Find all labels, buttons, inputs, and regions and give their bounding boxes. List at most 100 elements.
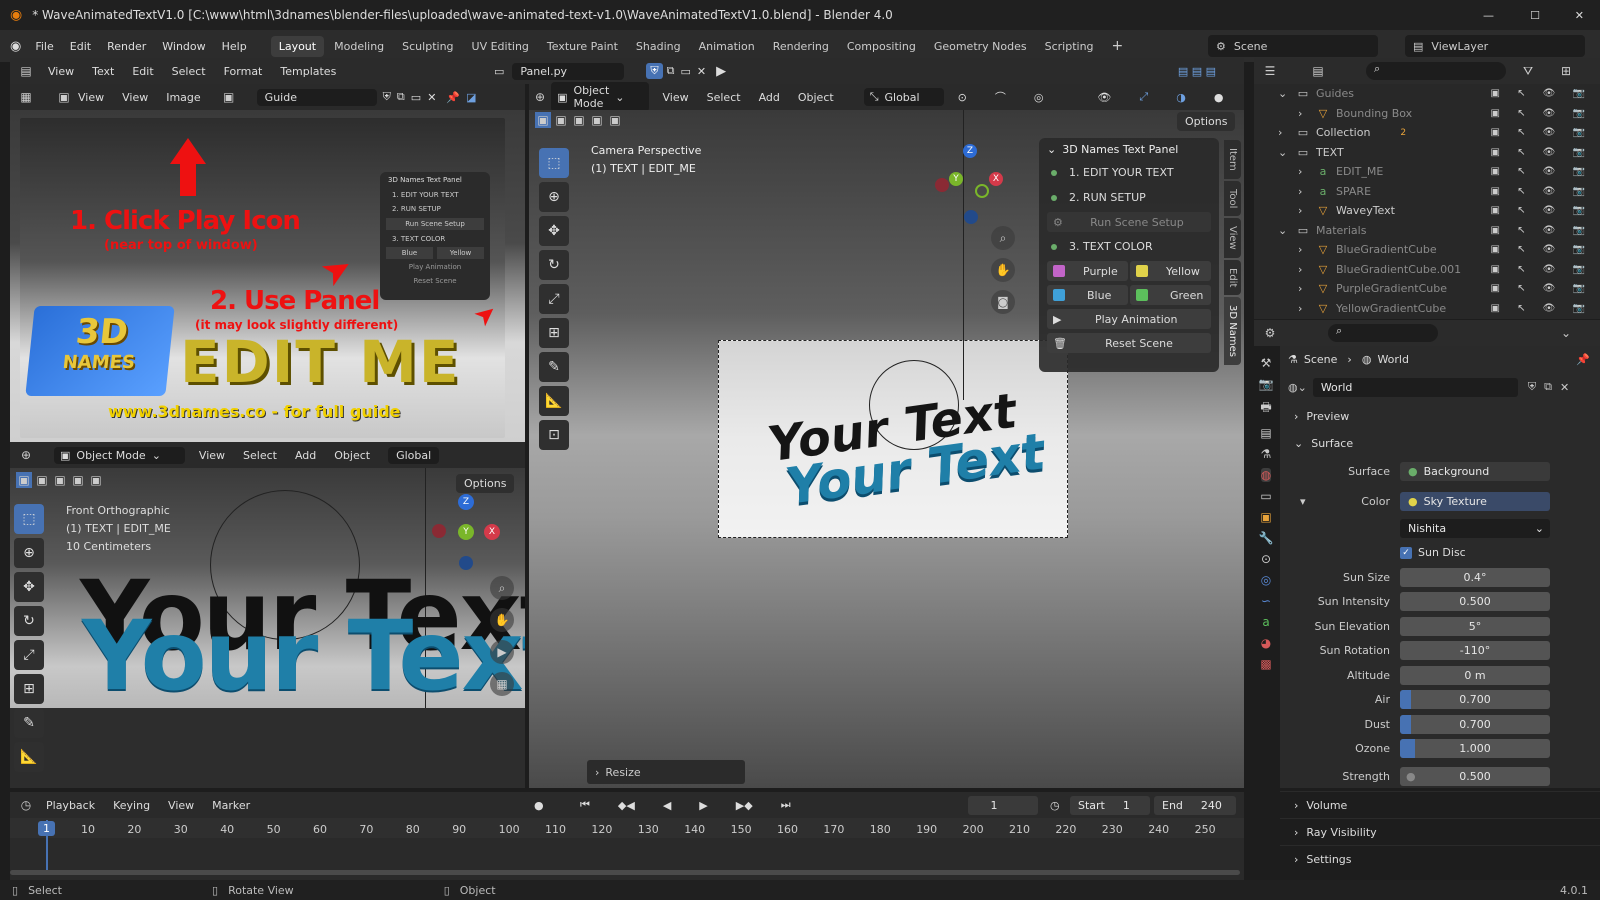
outliner-row[interactable]: › a SPARE ▣ ↖ 👁 📷 <box>1254 182 1600 202</box>
pivot-icon[interactable]: ⊙ <box>958 91 967 104</box>
image-folder-icon[interactable]: ▭ <box>411 91 421 104</box>
main-zoom-icon[interactable]: ⌕ <box>991 226 1015 250</box>
main-menu-view[interactable]: View <box>663 91 689 104</box>
blender-menu-icon[interactable]: ◉ <box>10 39 21 54</box>
front-grid-icon[interactable]: ▦ <box>490 672 514 696</box>
select-mode-new-icon[interactable]: ▣ <box>16 472 32 488</box>
color-expand-icon[interactable]: ▾ <box>1300 495 1306 508</box>
front-transform-tool-icon[interactable]: ⊞ <box>14 674 44 704</box>
properties-type-icon[interactable]: ⚙ <box>1260 323 1280 343</box>
tab-animation[interactable]: Animation <box>691 36 763 57</box>
tab-modeling[interactable]: Modeling <box>326 36 392 57</box>
tab-geometry-nodes[interactable]: Geometry Nodes <box>926 36 1035 57</box>
timeline-menu-playback[interactable]: Playback <box>46 799 95 812</box>
outliner-expand-icon[interactable]: › <box>1298 165 1310 178</box>
run-script-icon[interactable]: ▶ <box>716 64 726 79</box>
front-select-tool-icon[interactable]: ⬚ <box>14 504 44 534</box>
main-transform-tool-icon[interactable]: ⊞ <box>539 318 569 348</box>
visibility-toggles-icon[interactable]: ▣ ↖ 👁 📷 <box>1490 244 1592 255</box>
material-tab-icon[interactable]: ◕ <box>1261 636 1271 650</box>
close-window-button[interactable]: ✕ <box>1575 9 1584 22</box>
tool-tab-icon[interactable]: ⚒ <box>1261 356 1272 370</box>
surface-field[interactable]: ● Background <box>1400 461 1550 481</box>
main-gizmo-neg-x[interactable] <box>935 178 949 192</box>
main-gizmo-z[interactable]: Z <box>963 144 977 158</box>
front-menu-object[interactable]: Object <box>334 449 370 462</box>
proportional-icon[interactable]: ◎ <box>1034 91 1044 104</box>
front-gizmo-z[interactable]: Z <box>458 494 474 510</box>
text-menu-view[interactable]: View <box>48 65 74 78</box>
resize-operator-panel[interactable]: › Resize <box>587 760 745 784</box>
sky-field-slider[interactable]: 0.500 <box>1400 592 1550 612</box>
outliner-row[interactable]: › ▽ Bounding Box ▣ ↖ 👁 📷 <box>1254 104 1600 124</box>
tab-layout[interactable]: Layout <box>270 35 325 57</box>
properties-options-icon[interactable]: ⌄ <box>1556 323 1576 343</box>
sidebar-tab-3d-names[interactable]: 3D Names <box>1224 297 1241 366</box>
image-menu-image[interactable]: Image <box>166 91 200 104</box>
timeline-type-icon[interactable]: ◷ <box>16 795 36 815</box>
play-forward-icon[interactable]: ▶ <box>699 799 707 812</box>
visibility-toggles-icon[interactable]: ▣ ↖ 👁 📷 <box>1490 147 1592 158</box>
outliner-row[interactable]: › ▽ PurpleGradientCube ▣ ↖ 👁 📷 <box>1254 279 1600 299</box>
front-editor-type-icon[interactable]: ⊕ <box>16 445 36 465</box>
main-orientation-selector[interactable]: ⤡ Global <box>863 88 944 106</box>
pin-icon[interactable]: 📌 <box>1576 353 1590 366</box>
image-editor-type-icon[interactable]: ▦ <box>16 87 36 107</box>
section-surface[interactable]: ⌄ Surface <box>1280 429 1600 456</box>
main-menu-select[interactable]: Select <box>707 91 741 104</box>
main-options-button[interactable]: Options <box>1177 112 1236 131</box>
tab-sculpting[interactable]: Sculpting <box>394 36 461 57</box>
main-rotate-tool-icon[interactable]: ↻ <box>539 250 569 280</box>
particles-tab-icon[interactable]: ⊙ <box>1261 552 1271 566</box>
select-mode-invert-icon[interactable]: ▣ <box>70 472 86 488</box>
front-scale-tool-icon[interactable]: ⤢ <box>14 640 44 670</box>
view-layer-selector[interactable]: ▤ ViewLayer <box>1405 35 1585 57</box>
main-cursor-tool-icon[interactable]: ⊕ <box>539 182 569 212</box>
main-viewport[interactable]: ▣ ▣ ▣ ▣ ▣ Options ⬚ ⊕ ✥ ↻ ⤢ ⊞ ✎ 📐 ⊡ Came… <box>529 110 1244 788</box>
text-menu-text[interactable]: Text <box>92 65 114 78</box>
front-rotate-tool-icon[interactable]: ↻ <box>14 606 44 636</box>
jump-start-icon[interactable]: ⏮ <box>580 798 590 812</box>
front-measure-tool-icon[interactable]: 📐 <box>14 742 44 772</box>
color-blue-button[interactable]: Blue <box>1047 285 1128 305</box>
select-mode-extend-icon[interactable]: ▣ <box>34 472 50 488</box>
outliner-expand-icon[interactable]: ⌄ <box>1278 224 1290 237</box>
render-tab-icon[interactable]: 📷 <box>1259 377 1274 391</box>
main-select-subtract-icon[interactable]: ▣ <box>571 112 587 128</box>
image-browse-icon[interactable]: ▣ <box>219 87 239 107</box>
outliner-search[interactable]: ⌕ <box>1366 62 1506 80</box>
text-menu-select[interactable]: Select <box>172 65 206 78</box>
outliner-filter-icon[interactable]: ⛛ <box>1518 61 1538 81</box>
reset-scene-button[interactable]: 🗑 Reset Scene <box>1047 333 1211 353</box>
outliner-row[interactable]: › ▽ BlueGradientCube ▣ ↖ 👁 📷 <box>1254 240 1600 260</box>
sky-field-slider[interactable]: 0.700 <box>1400 690 1550 710</box>
outliner-row[interactable]: ⌄ ▭ TEXT ▣ ↖ 👁 📷 <box>1254 143 1600 163</box>
maximize-button[interactable]: ☐ <box>1530 9 1540 22</box>
visibility-toggles-icon[interactable]: ▣ ↖ 👁 📷 <box>1490 264 1592 275</box>
run-scene-setup-button[interactable]: ⚙ Run Scene Setup <box>1047 212 1211 232</box>
front-orientation[interactable]: Global <box>388 446 440 464</box>
scene-tab-icon[interactable]: ⚗ <box>1261 447 1272 461</box>
prev-keyframe-icon[interactable]: ◆◀ <box>618 799 635 812</box>
timeline-menu-view[interactable]: View <box>168 799 194 812</box>
tab-scripting[interactable]: Scripting <box>1037 36 1102 57</box>
front-menu-add[interactable]: Add <box>295 449 316 462</box>
outliner-row[interactable]: › ▭ Collection 2 ▣ ↖ 👁 📷 <box>1254 123 1600 143</box>
timeline-scrollbar[interactable] <box>10 870 1240 875</box>
main-measure-tool-icon[interactable]: 📐 <box>539 386 569 416</box>
select-mode-subtract-icon[interactable]: ▣ <box>52 472 68 488</box>
menu-render[interactable]: Render <box>107 40 146 53</box>
shield-icon[interactable]: ⛨ <box>646 63 663 79</box>
menu-file[interactable]: File <box>35 40 53 53</box>
visibility-toggles-icon[interactable]: ▣ ↖ 👁 📷 <box>1490 166 1592 177</box>
color-yellow-button[interactable]: Yellow <box>1130 261 1211 281</box>
playhead-marker[interactable]: 1 <box>38 821 55 836</box>
image-view-icon[interactable]: ▣ <box>54 87 74 107</box>
outliner-row[interactable]: › a EDIT_ME ▣ ↖ 👁 📷 <box>1254 162 1600 182</box>
view-layer-tab-icon[interactable]: ▤ <box>1260 426 1271 440</box>
visibility-toggles-icon[interactable]: ▣ ↖ 👁 📷 <box>1490 225 1592 236</box>
front-zoom-icon[interactable]: ⌕ <box>490 576 514 600</box>
script-file-name[interactable]: Panel.py <box>512 62 625 80</box>
text-menu-templates[interactable]: Templates <box>280 65 336 78</box>
main-select-tool-icon[interactable]: ⬚ <box>539 148 569 178</box>
